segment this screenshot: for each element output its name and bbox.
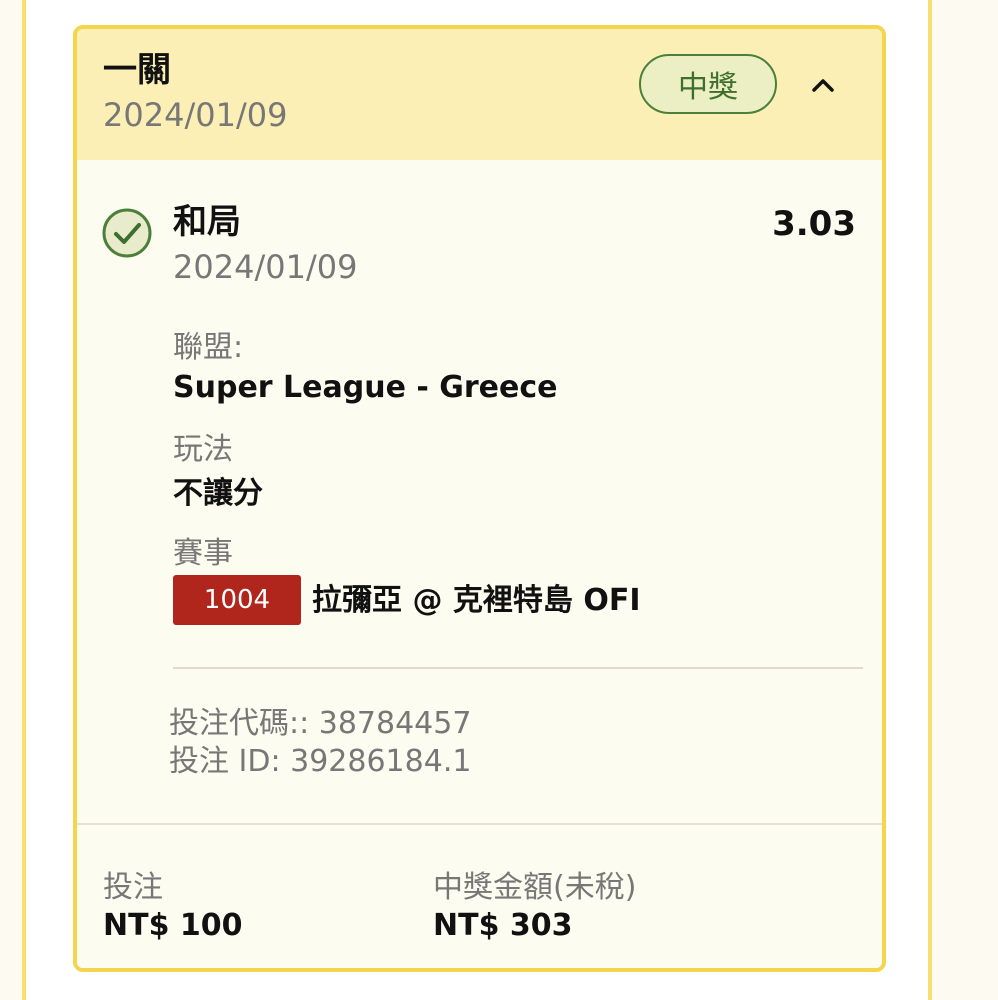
payout-label: 中獎金額(未稅) <box>433 870 637 905</box>
event-label: 賽事 <box>173 536 233 571</box>
divider <box>173 667 863 669</box>
league-label: 聯盟: <box>173 330 244 365</box>
chevron-up-icon <box>812 79 834 92</box>
market-label: 玩法 <box>173 432 233 467</box>
bet-date: 2024/01/09 <box>103 96 288 134</box>
card-header[interactable]: 一關 2024/01/09 中獎 <box>77 29 882 160</box>
check-circle-icon <box>102 208 152 258</box>
bet-code: 投注代碼:: 38784457 <box>169 706 472 741</box>
selection-name: 和局 <box>173 202 241 242</box>
bet-card: 一關 2024/01/09 中獎 和局 2024/01/09 3.03 聯盟: … <box>73 25 886 972</box>
event-code-badge: 1004 <box>173 575 301 625</box>
payout-value: NT$ 303 <box>433 908 573 943</box>
stake-value: NT$ 100 <box>103 908 243 943</box>
league-value: Super League - Greece <box>173 370 558 405</box>
collapse-toggle-button[interactable] <box>803 65 843 105</box>
result-status-badge: 中獎 <box>639 54 777 114</box>
selection-date: 2024/01/09 <box>173 248 358 286</box>
event-name: 拉彌亞 @ 克裡特島 OFI <box>312 583 641 618</box>
card-footer: 投注 NT$ 100 中獎金額(未稅) NT$ 303 <box>77 823 882 968</box>
stake-label: 投注 <box>103 870 163 905</box>
bet-id: 投注 ID: 39286184.1 <box>169 744 472 779</box>
market-value: 不讓分 <box>173 476 263 511</box>
odds-value: 3.03 <box>772 204 856 244</box>
bet-type-title: 一關 <box>103 50 171 90</box>
